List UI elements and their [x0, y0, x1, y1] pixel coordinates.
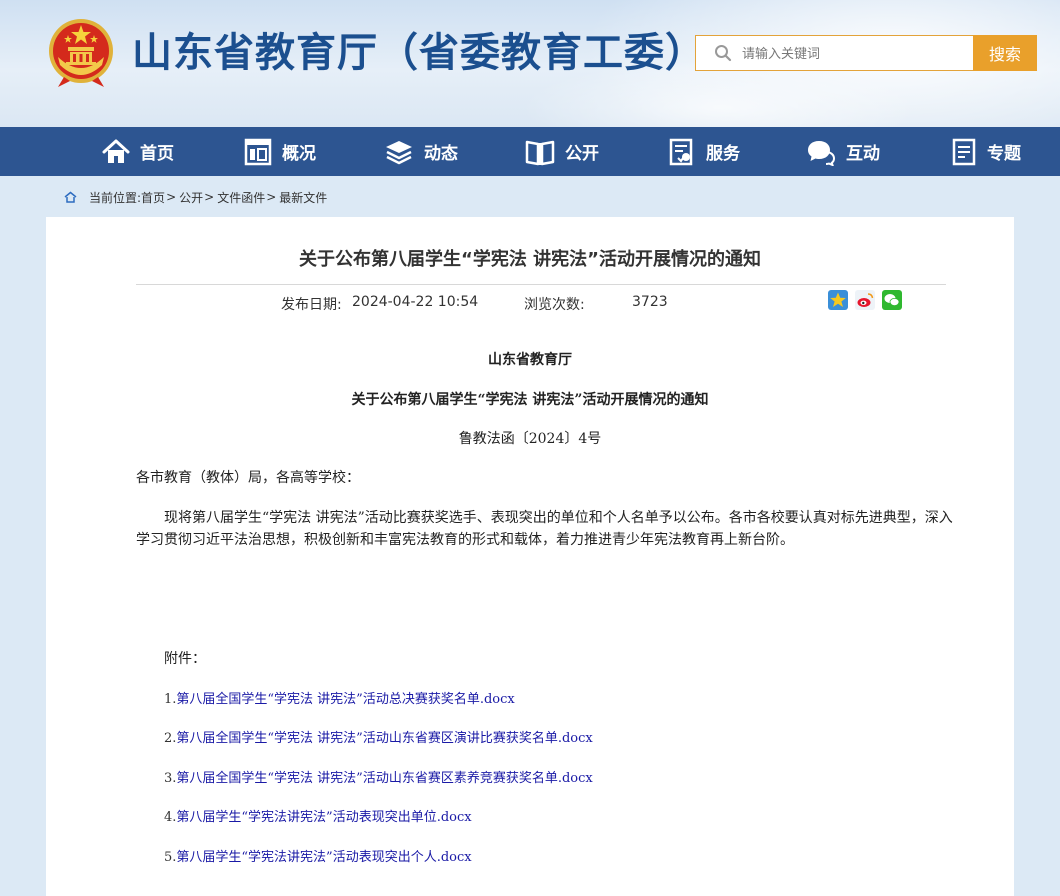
attachment-link[interactable]: 2.第八届全国学生“学宪法 讲宪法”活动山东省赛区演讲比赛获奖名单.docx	[164, 727, 593, 746]
salutation: 各市教育（教体）局，各高等学校：	[136, 470, 360, 486]
attachment-link[interactable]: 5.第八届学生“学宪法讲宪法”活动表现突出个人.docx	[164, 846, 472, 865]
national-emblem-icon	[49, 19, 113, 87]
breadcrumb-open[interactable]: 公开	[179, 189, 203, 206]
news-layers-icon	[386, 140, 412, 164]
nav-label: 互动	[846, 144, 880, 164]
qzone-icon[interactable]	[828, 290, 848, 310]
breadcrumb-latest[interactable]: 最新文件	[279, 189, 327, 206]
breadcrumb-home[interactable]: 首页	[141, 189, 165, 206]
publish-date: 2024-04-22 10:54	[352, 294, 479, 310]
attachment-name: 第八届全国学生“学宪法 讲宪法”活动山东省赛区素养竞赛获奖名单.docx	[176, 771, 593, 786]
nav-item-news[interactable]: 动态	[384, 127, 458, 176]
attachment-number: 4.	[164, 810, 177, 825]
attachment-name: 第八届学生“学宪法讲宪法”活动表现突出个人.docx	[176, 850, 472, 865]
attachment-link[interactable]: 1.第八届全国学生“学宪法 讲宪法”活动总决赛获奖名单.docx	[164, 688, 515, 707]
breadcrumb: 当前位置: 首页 > 公开 > 文件函件 > 最新文件	[64, 187, 327, 207]
topic-doc-icon	[952, 138, 976, 165]
search-input[interactable]	[740, 42, 964, 66]
article-title: 关于公布第八届学生“学宪法 讲宪法”活动开展情况的通知	[299, 249, 761, 270]
body-paragraph: 现将第八届学生“学宪法 讲宪法”活动比赛获奖选手、表现突出的单位和个人名单予以公…	[136, 510, 953, 548]
chat-bubble-icon	[808, 140, 836, 166]
title-divider	[136, 284, 946, 285]
nav-label: 动态	[424, 144, 458, 164]
views-count: 3723	[632, 294, 668, 310]
attachment-name: 第八届全国学生“学宪法 讲宪法”活动山东省赛区演讲比赛获奖名单.docx	[176, 731, 593, 746]
search-icon	[715, 45, 732, 62]
nav-item-service[interactable]: 服务	[668, 127, 740, 176]
nav-item-home[interactable]: 首页	[102, 127, 174, 176]
nav-label: 首页	[140, 144, 174, 164]
site-header: 山东省教育厅（省委教育工委） 搜索	[0, 0, 1060, 127]
attachment-number: 2.	[164, 731, 177, 746]
open-book-icon	[525, 140, 555, 165]
nav-item-topics[interactable]: 专题	[951, 127, 1021, 176]
publish-date-label: 发布日期:	[281, 297, 342, 313]
home-icon	[64, 191, 77, 203]
weibo-icon[interactable]	[855, 290, 875, 310]
nav-label: 专题	[987, 144, 1021, 164]
breadcrumb-prefix: 当前位置:	[89, 190, 142, 205]
nav-label: 服务	[706, 144, 740, 164]
article-container: 关于公布第八届学生“学宪法 讲宪法”活动开展情况的通知 发布日期: 2024-0…	[46, 217, 1014, 896]
attachment-name: 第八届学生“学宪法讲宪法”活动表现突出单位.docx	[176, 810, 472, 825]
wechat-icon[interactable]	[882, 290, 902, 310]
attachment-number: 5.	[164, 850, 177, 865]
attachment-name: 第八届全国学生“学宪法 讲宪法”活动总决赛获奖名单.docx	[176, 692, 515, 707]
attachment-link[interactable]: 4.第八届学生“学宪法讲宪法”活动表现突出单位.docx	[164, 806, 472, 825]
breadcrumb-separator: >	[204, 190, 215, 204]
document-number: 鲁教法函〔2024〕4号	[458, 431, 602, 447]
nav-item-interact[interactable]: 互动	[806, 127, 880, 176]
attachment-number: 3.	[164, 771, 177, 786]
attachments-label: 附件：	[164, 651, 206, 667]
attachment-number: 1.	[164, 692, 177, 707]
breadcrumb-separator: >	[166, 190, 177, 204]
breadcrumb-separator: >	[266, 190, 277, 204]
nav-label: 概况	[282, 144, 316, 164]
nav-item-open[interactable]: 公开	[525, 127, 599, 176]
attachment-link[interactable]: 3.第八届全国学生“学宪法 讲宪法”活动山东省赛区素养竞赛获奖名单.docx	[164, 767, 593, 786]
nav-item-overview[interactable]: 概况	[244, 127, 316, 176]
site-title: 山东省教育厅（省委教育工委）	[132, 30, 706, 76]
home-icon	[102, 139, 130, 163]
breadcrumb-files[interactable]: 文件函件	[217, 189, 265, 206]
document-issuer: 山东省教育厅	[488, 352, 572, 368]
nav-label: 公开	[565, 144, 599, 164]
search-box	[695, 35, 973, 71]
service-doc-icon	[669, 138, 693, 165]
views-label: 浏览次数:	[524, 297, 585, 313]
document-title: 关于公布第八届学生“学宪法 讲宪法”活动开展情况的通知	[351, 392, 709, 408]
search-button[interactable]: 搜索	[973, 35, 1037, 71]
main-nav: 首页 概况 动态 公开 服务 互动 专题	[0, 127, 1060, 176]
overview-icon	[244, 138, 272, 165]
